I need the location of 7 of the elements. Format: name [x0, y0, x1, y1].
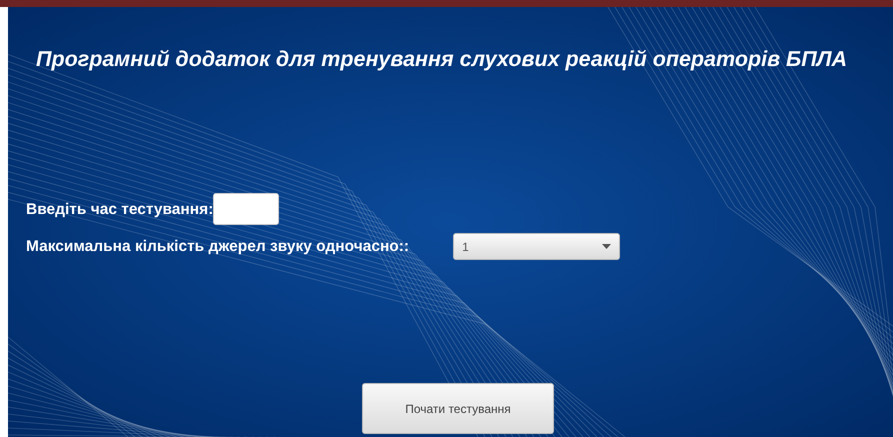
- page-title: Програмний додаток для тренування слухових реакцій операторів БПЛА: [36, 46, 848, 73]
- sources-dropdown[interactable]: 1: [453, 233, 620, 260]
- caret-icon: [602, 244, 612, 250]
- time-input-field[interactable]: [213, 193, 280, 226]
- start-test-button[interactable]: Почати тестування: [362, 383, 554, 434]
- field-label: Введіть час тестування:: [26, 200, 214, 220]
- field-label: Максимальна кількість джерел звуку одночасно::: [26, 237, 410, 258]
